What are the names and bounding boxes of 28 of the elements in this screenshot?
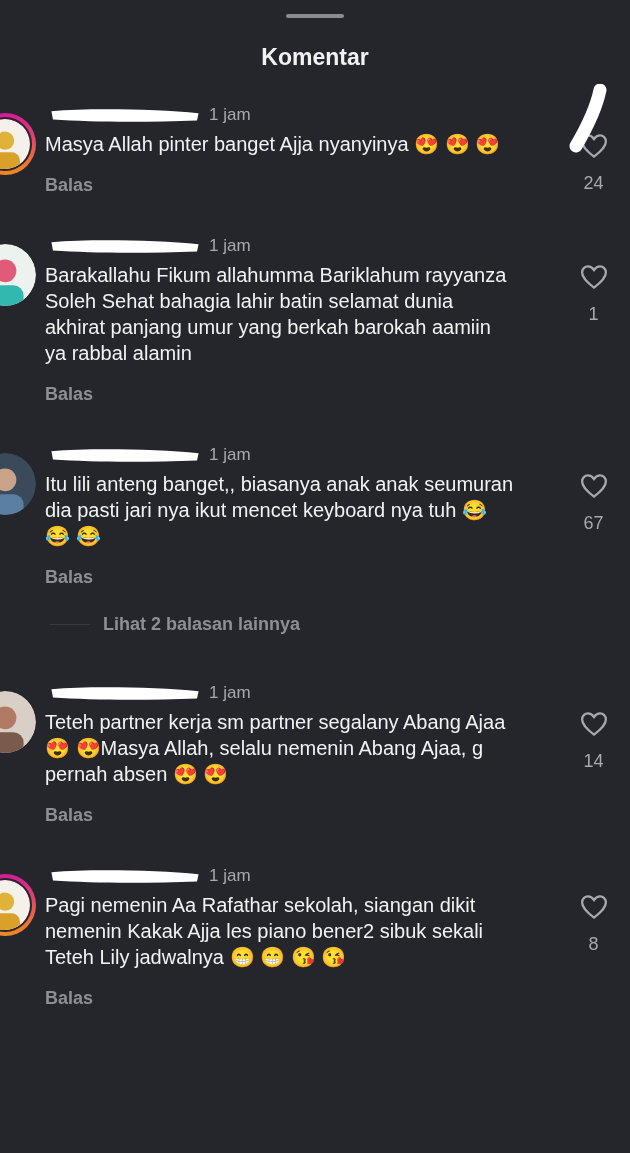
timestamp: 1 jam <box>209 236 251 256</box>
reply-button[interactable]: Balas <box>45 988 94 1009</box>
heart-icon[interactable] <box>578 709 609 739</box>
reply-button[interactable]: Balas <box>45 384 94 405</box>
like-count: 8 <box>588 934 599 955</box>
like-count: 14 <box>583 751 604 772</box>
comment-text: Teteh partner kerja sm partner segalany Abang Ajaa 😍 😍Masya Allah, selalu nemenin Abang Ajaa, g pernah absen 😍 😍 <box>45 710 507 787</box>
sheet-title: Komentar <box>260 44 370 71</box>
comment-text: Barakallahu Fikum allahumma Bariklahum rayyanza Soleh Sehat bahagia lahir batin selamat dunia akhirat panjang umur yang berkah barokah aamiin ya rabbal alamin <box>45 263 508 366</box>
drag-handle[interactable] <box>286 14 344 18</box>
timestamp: 1 jam <box>209 683 251 703</box>
comment-text: Masya Allah pinter banget Ajja nyanyinya 😍 😍 😍 <box>45 132 502 157</box>
like-count: 1 <box>588 304 599 325</box>
heart-icon[interactable] <box>578 262 609 292</box>
reply-button[interactable]: Balas <box>45 175 94 196</box>
view-replies-link[interactable]: Lihat 2 balasan lainnya <box>103 614 301 635</box>
timestamp: 1 jam <box>209 445 251 465</box>
comment-text: Itu lili anteng banget,, biasanya anak anak seumuran dia pasti jari nya ikut mencet keyboard nya tuh 😂 😂 😂 <box>45 472 515 549</box>
timestamp: 1 jam <box>209 105 251 125</box>
reply-button[interactable]: Balas <box>45 567 94 588</box>
reply-button[interactable]: Balas <box>45 805 94 826</box>
timestamp: 1 jam <box>209 866 251 886</box>
redaction-mark <box>568 84 608 154</box>
comment-text: Pagi nemenin Aa Rafathar sekolah, siangan dikit nemenin Kakak Ajja les piano bener2 sibuk sekali Teteh Lily jadwalnya 😁 😁 😘 😘 <box>45 893 485 970</box>
like-count: 67 <box>583 513 604 534</box>
like-count: 24 <box>583 173 604 194</box>
heart-icon[interactable] <box>578 471 609 501</box>
heart-icon[interactable] <box>578 892 609 922</box>
